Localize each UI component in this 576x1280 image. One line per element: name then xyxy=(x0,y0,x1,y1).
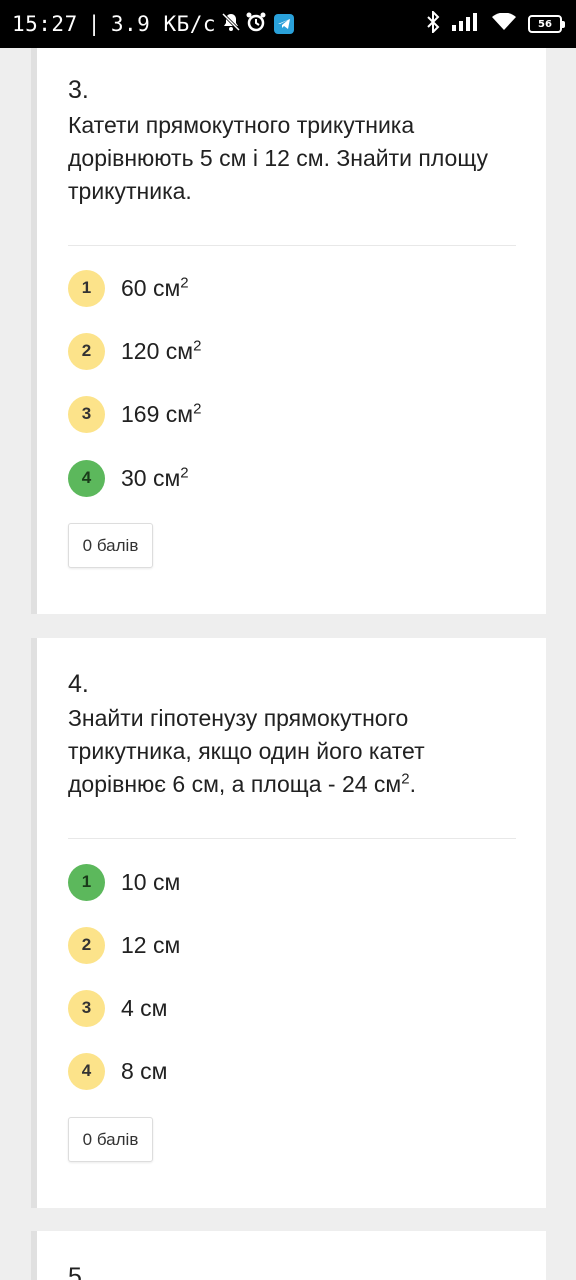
answer-option[interactable]: 4 8 см xyxy=(68,1051,168,1091)
battery-icon: 56 xyxy=(528,15,565,33)
option-number-badge: 2 xyxy=(68,332,105,370)
option-text: 169 см2 xyxy=(121,401,201,428)
option-value: 60 см xyxy=(121,274,181,301)
option-number-badge: 3 xyxy=(68,395,105,433)
alarm-icon xyxy=(246,12,266,37)
answer-option[interactable]: 3 4 см xyxy=(68,988,168,1028)
answer-option-correct[interactable]: 4 30 см2 xyxy=(68,458,189,498)
clock: 15:27 xyxy=(12,12,78,36)
option-text: 10 см xyxy=(121,868,181,895)
option-superscript: 2 xyxy=(180,273,189,291)
network-speed: 3.9 КБ/с xyxy=(110,12,217,36)
option-number-badge-correct: 1 xyxy=(68,863,105,901)
telegram-icon xyxy=(274,14,295,34)
option-text: 4 см xyxy=(121,994,168,1021)
score-button[interactable]: 0 балів xyxy=(68,523,153,568)
question-number: 4. xyxy=(68,670,89,698)
option-number-badge: 2 xyxy=(68,926,105,964)
option-value: 30 см xyxy=(121,464,181,491)
question-text: Знайти гіпотенузу прямокутного трикутник… xyxy=(68,702,508,801)
option-text: 12 см xyxy=(121,931,181,958)
question-text-main: Знайти гіпотенузу прямокутного трикутник… xyxy=(68,705,425,797)
option-number-badge-correct: 4 xyxy=(68,459,105,497)
question-number: 3. xyxy=(68,76,89,104)
option-superscript: 2 xyxy=(193,399,202,417)
question-text: Катети прямокутного трикутника дорівнюют… xyxy=(68,112,488,204)
option-value: 169 см xyxy=(121,400,194,427)
option-value: 120 см xyxy=(121,337,194,364)
question-card: 3. Катети прямокутного трикутника дорівн… xyxy=(31,48,546,614)
signal-icon xyxy=(452,12,480,36)
answer-option-correct[interactable]: 1 10 см xyxy=(68,862,180,902)
status-separator: | xyxy=(87,12,101,36)
answer-option[interactable]: 1 60 см2 xyxy=(68,268,189,308)
status-right: 56 xyxy=(426,9,565,38)
wifi-icon xyxy=(492,12,516,36)
option-text: 8 см xyxy=(121,1057,168,1084)
option-number-badge: 1 xyxy=(68,269,105,307)
status-left: 15:27 | 3.9 КБ/с xyxy=(12,10,295,38)
battery-level: 56 xyxy=(538,18,552,30)
divider xyxy=(68,838,516,839)
score-button[interactable]: 0 балів xyxy=(68,1117,153,1162)
option-text: 60 см2 xyxy=(121,275,189,302)
bell-muted-icon xyxy=(221,12,241,37)
bluetooth-icon xyxy=(426,9,440,38)
option-superscript: 2 xyxy=(193,336,202,354)
answer-option[interactable]: 3 169 см2 xyxy=(68,394,201,434)
option-number-badge: 3 xyxy=(68,989,105,1027)
divider xyxy=(68,245,516,246)
answer-option[interactable]: 2 12 см xyxy=(68,925,180,965)
status-bar: 15:27 | 3.9 КБ/с 56 xyxy=(0,0,576,48)
option-number-badge: 4 xyxy=(68,1052,105,1090)
question-card: 5. xyxy=(31,1231,546,1280)
question-superscript: 2 xyxy=(401,770,410,788)
question-number: 5. xyxy=(68,1263,89,1280)
answer-option[interactable]: 2 120 см2 xyxy=(68,331,201,371)
question-card: 4. Знайти гіпотенузу прямокутного трикут… xyxy=(31,638,546,1208)
option-text: 30 см2 xyxy=(121,465,189,492)
question-text-end: . xyxy=(409,771,416,797)
option-superscript: 2 xyxy=(180,463,189,481)
option-text: 120 см2 xyxy=(121,338,201,365)
